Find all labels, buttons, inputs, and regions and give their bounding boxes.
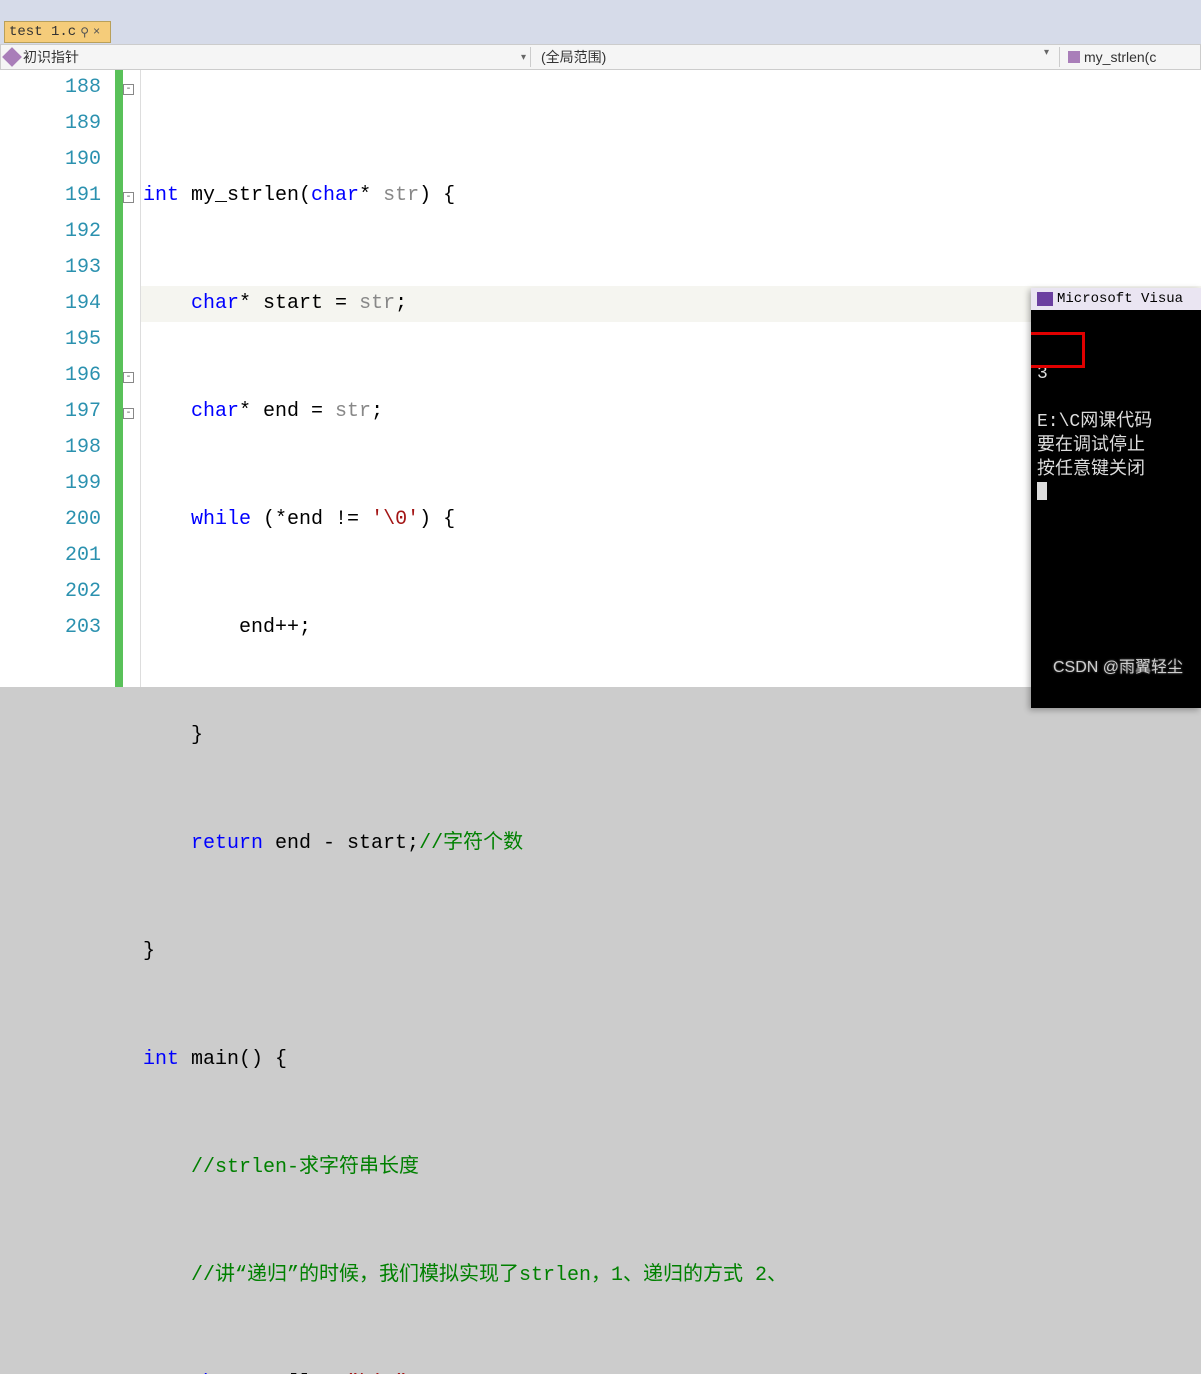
file-tab-label: test 1.c [9,24,76,40]
pin-icon[interactable]: ⚲ [80,25,89,40]
highlight-annotation [1031,332,1085,368]
file-tab-bar: test 1.c ⚲ × [0,20,1201,44]
fold-toggle[interactable]: - [123,192,134,203]
line-number: 191 [0,178,101,214]
breadcrumb-bar: 初识指针 ▾ (全局范围) ▾ my_strlen(c [0,44,1201,70]
code-line: char arr[] = "bit"; [143,1366,1201,1374]
breadcrumb-scope-label: 初识指针 [23,47,79,67]
fold-toggle[interactable]: - [123,84,134,95]
line-number: 190 [0,142,101,178]
code-line: //讲“递归”的时候，我们模拟实现了strlen，1、递归的方式 2、 [143,1258,1201,1294]
breadcrumb-member-label: (全局范围) [541,49,606,65]
console-title-text: Microsoft Visua [1057,291,1183,307]
console-output: 3 E:\C网课代码 要在调试停止 按任意键关闭 [1031,310,1201,708]
line-number: 189 [0,106,101,142]
chevron-down-icon: ▾ [1044,47,1049,58]
console-window[interactable]: Microsoft Visua 3 E:\C网课代码 要在调试停止 按任意键关闭 [1031,288,1201,708]
code-editor[interactable]: 188 189 190 191 192 193 194 195 196 197 … [0,70,1201,687]
file-tab[interactable]: test 1.c ⚲ × [4,21,111,43]
fold-toggle[interactable]: - [123,408,134,419]
code-line: return end - start;//字符个数 [143,826,1201,862]
vs-badge-icon [1037,292,1053,306]
breadcrumb-member[interactable]: (全局范围) ▾ [531,47,1060,67]
fold-gutter: - - - - [123,70,141,687]
code-line: int my_strlen(char* str) { [143,178,1201,214]
line-number: 194 [0,286,101,322]
console-line: E:\C网课代码 [1037,412,1152,432]
console-line: 按任意键关闭 [1037,460,1145,480]
line-number: 201 [0,538,101,574]
line-number: 193 [0,250,101,286]
window-top [0,0,1201,20]
close-icon[interactable]: × [93,25,100,39]
line-number-gutter: 188 189 190 191 192 193 194 195 196 197 … [0,70,115,687]
line-number: 200 [0,502,101,538]
line-number: 199 [0,466,101,502]
line-number: 202 [0,574,101,610]
code-line: int main() { [143,1042,1201,1078]
line-number: 196 [0,358,101,394]
line-number: 197 [0,394,101,430]
line-number: 195 [0,322,101,358]
modified-strip [115,70,123,687]
console-cursor [1037,482,1047,500]
line-number: 188 [0,70,101,106]
chevron-down-icon: ▾ [521,52,526,63]
breadcrumb-function-label: my_strlen(c [1084,49,1156,65]
code-line: } [143,934,1201,970]
line-number: 203 [0,610,101,646]
watermark: CSDN @雨翼轻尘 [1053,653,1183,677]
code-line: //strlen-求字符串长度 [143,1150,1201,1186]
line-number: 198 [0,430,101,466]
code-line: } [143,718,1201,754]
line-number: 192 [0,214,101,250]
console-titlebar[interactable]: Microsoft Visua [1031,288,1201,310]
breadcrumb-function[interactable]: my_strlen(c [1060,49,1200,65]
fold-toggle[interactable]: - [123,372,134,383]
method-icon [1068,51,1080,63]
console-line: 要在调试停止 [1037,436,1145,456]
project-icon [2,47,22,67]
breadcrumb-scope[interactable]: 初识指针 ▾ [1,47,531,67]
